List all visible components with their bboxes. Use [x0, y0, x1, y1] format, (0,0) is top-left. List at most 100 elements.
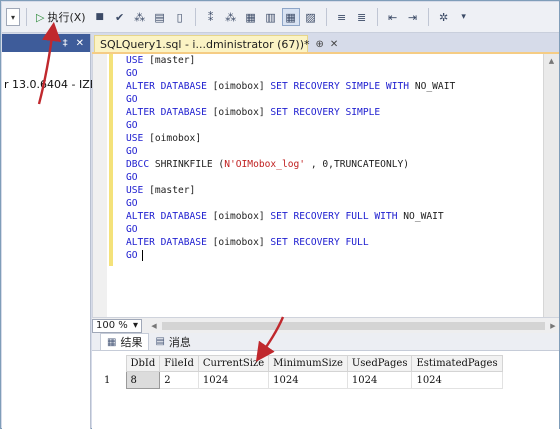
code-line[interactable]: GO: [126, 67, 455, 80]
toolbar-separator: [325, 8, 327, 26]
code-line[interactable]: ALTER DATABASE [oimobox] SET RECOVERY FU…: [126, 236, 455, 249]
specify-values-icon[interactable]: ✲: [435, 8, 453, 26]
grid-cell[interactable]: 1024: [268, 371, 348, 389]
query-options-icon[interactable]: ▤: [151, 8, 169, 26]
sql-keyword: ALTER DATABASE: [126, 211, 213, 222]
stop-icon[interactable]: ■: [91, 8, 109, 26]
sql-keyword: GO: [126, 224, 138, 235]
scroll-thumb[interactable]: [162, 321, 545, 330]
comment-icon[interactable]: ≡: [333, 8, 351, 26]
code-line[interactable]: GO: [126, 249, 455, 262]
database-dropdown-icon[interactable]: ▾: [6, 8, 20, 26]
sql-text: [oimobox]: [212, 107, 271, 118]
outdent-icon[interactable]: ⇤: [384, 8, 402, 26]
code-line[interactable]: ALTER DATABASE [oimobox] SET RECOVERY SI…: [126, 80, 455, 93]
grid-cell[interactable]: 2: [159, 371, 199, 389]
text-cursor: [141, 249, 143, 261]
scroll-up-icon[interactable]: ▲: [544, 54, 559, 68]
sql-keyword: USE: [126, 185, 150, 196]
scroll-left-icon[interactable]: ◀: [148, 322, 160, 330]
scroll-right-icon[interactable]: ▶: [547, 322, 559, 330]
sql-keyword: ALTER DATABASE: [126, 107, 213, 118]
code-area[interactable]: USE [master] GO ALTER DATABASE [oimobox] S…: [126, 54, 455, 262]
code-line[interactable]: ALTER DATABASE [oimobox] SET RECOVERY FU…: [126, 210, 455, 223]
sql-text: [oimobox]: [212, 237, 271, 248]
tab-pin-icon[interactable]: ⊕: [316, 39, 324, 50]
app-window: ▾ ▷ 执行(X) ■ ✔ ⁂ ▤ ▯ ⁑ ⁂ ▦ ▥ ▦ ▨ ≡ ≣ ⇤ ⇥ …: [0, 0, 560, 429]
results-to-grid-icon[interactable]: ▦: [281, 8, 300, 26]
results-grid[interactable]: DbId FileId CurrentSize MinimumSize Used…: [100, 355, 503, 389]
sql-text: NO_WAIT: [414, 81, 456, 92]
tab-messages[interactable]: ▤ 消息: [149, 333, 196, 350]
column-header[interactable]: MinimumSize: [268, 355, 348, 372]
sql-string: N'OIMobox_log': [224, 159, 306, 170]
close-icon[interactable]: ✕: [76, 38, 84, 49]
column-header[interactable]: EstimatedPages: [411, 355, 503, 372]
sql-keyword: GO: [126, 68, 138, 79]
estimated-plan-icon[interactable]: ⁑: [202, 8, 220, 26]
code-line[interactable]: GO: [126, 93, 455, 106]
grid-cell-selected[interactable]: 8: [125, 371, 161, 389]
grid-header-row: DbId FileId CurrentSize MinimumSize Used…: [100, 355, 503, 372]
grid-icon: ▦: [107, 336, 117, 348]
sql-keyword: SET RECOVERY SIMPLE: [270, 107, 381, 118]
execute-button[interactable]: ▷ 执行(X): [33, 7, 89, 27]
editor-vertical-scrollbar[interactable]: ▲: [543, 54, 559, 317]
results-to-text-icon[interactable]: ▥: [262, 8, 280, 26]
client-stats-icon[interactable]: ▦: [242, 8, 260, 26]
row-number[interactable]: 1: [100, 371, 126, 389]
code-line[interactable]: ALTER DATABASE [oimobox] SET RECOVERY SI…: [126, 106, 455, 119]
code-line[interactable]: GO: [126, 223, 455, 236]
tab-results-label: 结果: [120, 336, 143, 349]
tab-close-icon[interactable]: ✕: [330, 39, 338, 50]
play-icon: ▷: [36, 10, 45, 24]
code-line[interactable]: USE [oimobox]: [126, 132, 455, 145]
zoom-select[interactable]: 100 % ▾: [92, 318, 142, 333]
sql-keyword: USE: [126, 133, 150, 144]
code-line[interactable]: GO: [126, 119, 455, 132]
indent-icon[interactable]: ⇥: [404, 8, 422, 26]
grid-cell[interactable]: 1024: [197, 371, 270, 389]
code-line[interactable]: GO: [126, 171, 455, 184]
column-header[interactable]: CurrentSize: [197, 355, 270, 372]
code-line[interactable]: DBCC SHRINKFILE (N'OIMobox_log' , 0,TRUN…: [126, 158, 455, 171]
column-header[interactable]: DbId: [125, 355, 161, 372]
code-line[interactable]: GO: [126, 197, 455, 210]
tab-sqlquery1[interactable]: SQLQuery1.sql - i...dministrator (67))* …: [94, 35, 338, 53]
sql-text: [oimobox]: [212, 211, 271, 222]
sql-text: [master]: [149, 55, 196, 66]
column-header[interactable]: UsedPages: [346, 355, 413, 372]
column-header[interactable]: FileId: [159, 355, 199, 372]
sql-keyword: GO: [126, 94, 138, 105]
editor-horizontal-scrollbar[interactable]: ◀ ▶: [148, 319, 559, 332]
grid-cell[interactable]: 1024: [346, 371, 413, 389]
display-plan-icon[interactable]: ⁂: [131, 8, 149, 26]
sql-text: SHRINKFILE (: [154, 159, 225, 170]
intellisense-icon[interactable]: ▯: [171, 8, 189, 26]
code-line[interactable]: GO: [126, 145, 455, 158]
actual-plan-icon[interactable]: ⁂: [222, 8, 240, 26]
tab-results[interactable]: ▦ 结果: [100, 333, 150, 350]
results-panel: ▦ 结果 ▤ 消息 DbId FileId CurrentSize Minimu…: [92, 333, 559, 429]
server-node[interactable]: r 13.0.6404 - IZE7: [4, 78, 104, 91]
code-line[interactable]: USE [master]: [126, 184, 455, 197]
sql-keyword: GO: [126, 146, 138, 157]
sql-text: [master]: [149, 185, 196, 196]
sql-text: , 0,TRUNCATEONLY): [305, 159, 410, 170]
query-editor[interactable]: USE [master] GO ALTER DATABASE [oimobox] S…: [92, 54, 543, 317]
sql-keyword: GO: [126, 250, 138, 261]
pin-icon[interactable]: ‡: [63, 38, 68, 49]
uncomment-icon[interactable]: ≣: [353, 8, 371, 26]
sql-keyword: SET RECOVERY SIMPLE WITH: [270, 81, 415, 92]
document-tabstrip: SQLQuery1.sql - i...dministrator (67))* …: [92, 34, 559, 53]
code-line[interactable]: USE [master]: [126, 54, 455, 67]
grid-cell[interactable]: 1024: [411, 371, 503, 389]
tab-title: SQLQuery1.sql - i...dministrator (67))*: [100, 38, 310, 51]
table-row[interactable]: 1 8 2 1024 1024 1024 1024: [100, 371, 503, 389]
sql-keyword: USE: [126, 55, 150, 66]
sql-keyword: DBCC: [126, 159, 155, 170]
zoom-value: 100 %: [96, 320, 128, 331]
parse-check-icon[interactable]: ✔: [111, 8, 129, 26]
results-to-file-icon[interactable]: ▨: [302, 8, 320, 26]
toolbar-overflow-icon[interactable]: ▾: [455, 8, 473, 26]
